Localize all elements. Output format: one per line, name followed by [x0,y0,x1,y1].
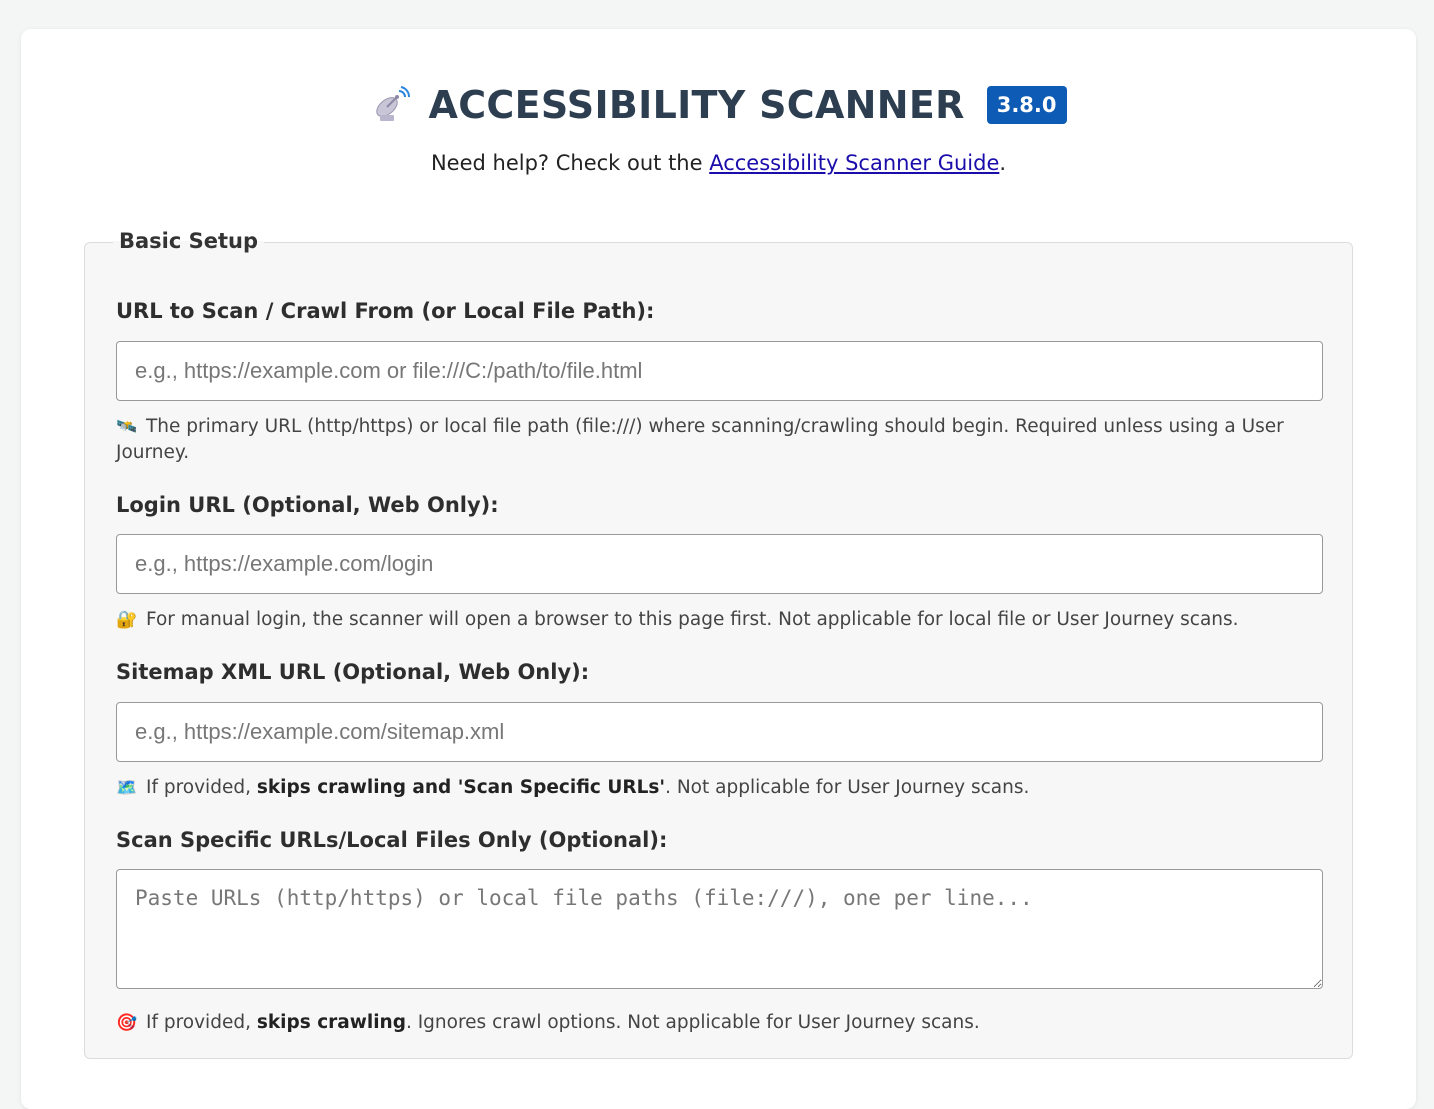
login-hint: 🔐 For manual login, the scanner will open… [116,607,1326,633]
guide-link[interactable]: Accessibility Scanner Guide [709,151,999,175]
basic-setup-fieldset: Basic Setup URL to Scan / Crawl From (or… [84,229,1353,1059]
url-field-label: URL to Scan / Crawl From (or Local File … [116,299,655,323]
specific-hint-suffix: . Ignores crawl options. Not applicable … [405,1012,980,1033]
specific-urls-textarea[interactable] [116,869,1323,989]
url-hint: 🛰️ The primary URL (http/https) or local … [116,414,1326,466]
help-prefix: Need help? Check out the [430,151,710,175]
specific-urls-hint: 🎯 If provided, skips crawling. Ignores cr… [116,1010,1326,1036]
lock-icon: 🔐 [116,610,138,630]
help-suffix: . [999,151,1007,175]
satellite-dish-icon [376,86,411,121]
main-card: ACCESSIBILITY SCANNER 3.8.0 Need help? C… [21,29,1416,1109]
sitemap-field-label: Sitemap XML URL (Optional, Web Only): [116,660,590,684]
target-icon: 🎯 [116,1013,138,1033]
sitemap-hint-prefix: If provided, [146,777,257,798]
login-hint-text: For manual login, the scanner will open … [146,609,1239,630]
specific-hint-bold: skips crawling [256,1012,406,1033]
help-text: Need help? Check out the Accessibility S… [21,151,1416,175]
url-hint-text: The primary URL (http/https) or local fi… [116,416,1284,463]
sitemap-hint: 🗺️ If provided, skips crawling and 'Scan … [116,775,1326,801]
specific-hint-prefix: If provided, [146,1012,257,1033]
login-field-label: Login URL (Optional, Web Only): [116,493,499,517]
satellite-icon: 🛰️ [116,417,138,437]
sitemap-hint-suffix: . Not applicable for User Journey scans. [665,777,1030,798]
sitemap-hint-bold: skips crawling and 'Scan Specific URLs' [256,777,666,798]
header: ACCESSIBILITY SCANNER 3.8.0 [21,83,1416,127]
specific-urls-label: Scan Specific URLs/Local Files Only (Opt… [116,828,668,852]
fieldset-legend: Basic Setup [113,229,265,253]
version-badge: 3.8.0 [986,85,1067,125]
login-url-input[interactable] [116,534,1323,594]
sitemap-url-input[interactable] [116,702,1323,762]
url-input[interactable] [116,341,1323,401]
map-icon: 🗺️ [116,778,138,798]
page-title: ACCESSIBILITY SCANNER [428,83,965,127]
